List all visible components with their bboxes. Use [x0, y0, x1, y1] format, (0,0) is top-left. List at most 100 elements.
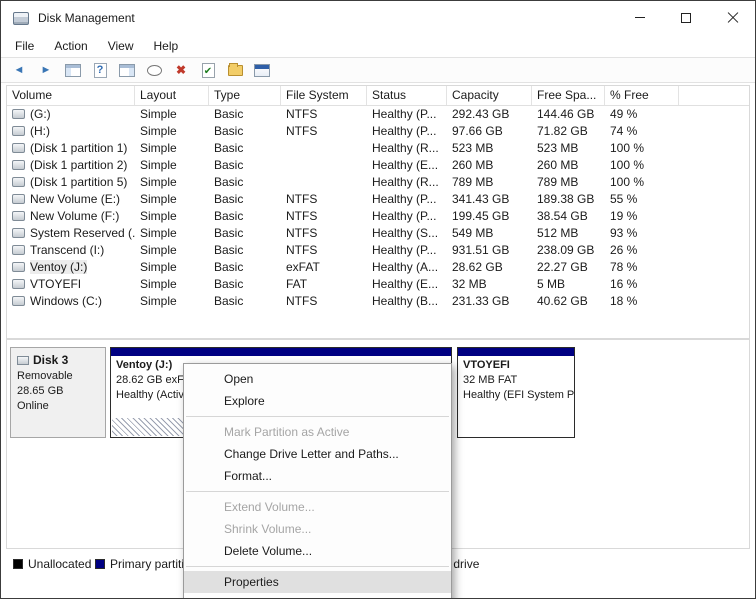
views-icon[interactable]: [252, 61, 272, 79]
disk-media-type: Removable: [17, 369, 99, 384]
volume-row[interactable]: Transcend (I:) Simple Basic NTFS Healthy…: [7, 242, 749, 259]
cell-volume: Transcend (I:): [7, 242, 135, 259]
volume-name: System Reserved (...: [30, 226, 135, 240]
cell-freespace: 40.62 GB: [532, 293, 605, 310]
open-folder-icon[interactable]: [225, 61, 245, 79]
cell-status: Healthy (P...: [367, 106, 447, 123]
cell-filesystem: NTFS: [281, 208, 367, 225]
disk3-label[interactable]: Disk 3 Removable 28.65 GB Online: [10, 347, 106, 438]
cell-pctfree: 16 %: [605, 276, 679, 293]
menu-item-properties[interactable]: Properties: [184, 571, 451, 593]
volume-row[interactable]: (Disk 1 partition 2) Simple Basic Health…: [7, 157, 749, 174]
menu-item-change-drive-letter[interactable]: Change Drive Letter and Paths...: [184, 443, 451, 465]
header-type[interactable]: Type: [209, 86, 281, 105]
cell-pctfree: 100 %: [605, 157, 679, 174]
check-document-glyph-icon: ✔: [202, 63, 215, 78]
console-tree-icon[interactable]: [63, 61, 83, 79]
volume-row[interactable]: (Disk 1 partition 1) Simple Basic Health…: [7, 140, 749, 157]
header-filler: [679, 86, 749, 105]
volume-row-selected[interactable]: Ventoy (J:) Simple Basic exFAT Healthy (…: [7, 259, 749, 276]
forward-icon[interactable]: ►: [36, 61, 56, 79]
menu-item-format[interactable]: Format...: [184, 465, 451, 487]
header-pctfree[interactable]: % Free: [605, 86, 679, 105]
close-icon: [727, 12, 738, 23]
menu-separator: [186, 491, 449, 492]
volume-icon: [12, 245, 25, 255]
cell-volume: VTOYEFI: [7, 276, 135, 293]
partition-status: Healthy (EFI System Partition): [463, 388, 569, 403]
cell-type: Basic: [209, 242, 281, 259]
cell-type: Basic: [209, 208, 281, 225]
cell-freespace: 38.54 GB: [532, 208, 605, 225]
cell-layout: Simple: [135, 259, 209, 276]
cell-pctfree: 55 %: [605, 191, 679, 208]
cell-layout: Simple: [135, 225, 209, 242]
window-title: Disk Management: [38, 11, 135, 25]
action-pane-glyph-icon: [119, 64, 135, 77]
help-glyph-icon: ?: [94, 63, 107, 78]
delete-icon[interactable]: ✖: [171, 61, 191, 79]
menu-item-delete-volume[interactable]: Delete Volume...: [184, 540, 451, 562]
cell-volume: (Disk 1 partition 1): [7, 140, 135, 157]
cell-filesystem: [281, 140, 367, 157]
volume-row[interactable]: (H:) Simple Basic NTFS Healthy (P... 97.…: [7, 123, 749, 140]
maximize-icon: [681, 13, 691, 23]
volume-row[interactable]: VTOYEFI Simple Basic FAT Healthy (E... 3…: [7, 276, 749, 293]
volume-row[interactable]: Windows (C:) Simple Basic NTFS Healthy (…: [7, 293, 749, 310]
volume-icon: [12, 228, 25, 238]
cell-freespace: 144.46 GB: [532, 106, 605, 123]
cell-status: Healthy (P...: [367, 123, 447, 140]
cell-freespace: 523 MB: [532, 140, 605, 157]
cell-capacity: 549 MB: [447, 225, 532, 242]
menu-item-explore[interactable]: Explore: [184, 390, 451, 412]
cell-layout: Simple: [135, 191, 209, 208]
check-document-icon[interactable]: ✔: [198, 61, 218, 79]
header-capacity[interactable]: Capacity: [447, 86, 532, 105]
cell-capacity: 97.66 GB: [447, 123, 532, 140]
volume-row[interactable]: System Reserved (... Simple Basic NTFS H…: [7, 225, 749, 242]
cell-pctfree: 78 %: [605, 259, 679, 276]
menu-action[interactable]: Action: [44, 37, 97, 55]
cell-freespace: 260 MB: [532, 157, 605, 174]
disk-name: Disk 3: [33, 353, 68, 367]
cell-layout: Simple: [135, 140, 209, 157]
action-pane-icon[interactable]: [117, 61, 137, 79]
bubble-icon[interactable]: [144, 61, 164, 79]
volume-row[interactable]: (G:) Simple Basic NTFS Healthy (P... 292…: [7, 106, 749, 123]
header-layout[interactable]: Layout: [135, 86, 209, 105]
cell-type: Basic: [209, 140, 281, 157]
partition-vtoyefi[interactable]: VTOYEFI 32 MB FAT Healthy (EFI System Pa…: [457, 347, 575, 438]
cell-capacity: 931.51 GB: [447, 242, 532, 259]
header-freespace[interactable]: Free Spa...: [532, 86, 605, 105]
volume-row[interactable]: (Disk 1 partition 5) Simple Basic Health…: [7, 174, 749, 191]
header-volume[interactable]: Volume: [7, 86, 135, 105]
back-icon[interactable]: ◄: [9, 61, 29, 79]
maximize-button[interactable]: [663, 1, 709, 34]
help-icon[interactable]: ?: [90, 61, 110, 79]
cell-volume: (Disk 1 partition 5): [7, 174, 135, 191]
volume-icon: [12, 211, 25, 221]
cell-status: Healthy (E...: [367, 276, 447, 293]
header-filesystem[interactable]: File System: [281, 86, 367, 105]
menu-file[interactable]: File: [5, 37, 44, 55]
header-status[interactable]: Status: [367, 86, 447, 105]
cell-freespace: 71.82 GB: [532, 123, 605, 140]
cell-pctfree: 26 %: [605, 242, 679, 259]
volume-row[interactable]: New Volume (E:) Simple Basic NTFS Health…: [7, 191, 749, 208]
cell-type: Basic: [209, 225, 281, 242]
volume-row[interactable]: New Volume (F:) Simple Basic NTFS Health…: [7, 208, 749, 225]
menu-item-open[interactable]: Open: [184, 368, 451, 390]
cell-status: Healthy (R...: [367, 174, 447, 191]
cell-status: Healthy (P...: [367, 191, 447, 208]
minimize-button[interactable]: [617, 1, 663, 34]
cell-status: Healthy (E...: [367, 157, 447, 174]
cell-status: Healthy (B...: [367, 293, 447, 310]
menu-item-mark-partition-active: Mark Partition as Active: [184, 421, 451, 443]
cell-filesystem: [281, 174, 367, 191]
menu-help[interactable]: Help: [144, 37, 189, 55]
titlebar: Disk Management: [1, 1, 755, 35]
menu-view[interactable]: View: [98, 37, 144, 55]
close-button[interactable]: [709, 1, 755, 34]
disk-size: 28.65 GB: [17, 384, 99, 399]
cell-volume: Ventoy (J:): [7, 259, 135, 276]
